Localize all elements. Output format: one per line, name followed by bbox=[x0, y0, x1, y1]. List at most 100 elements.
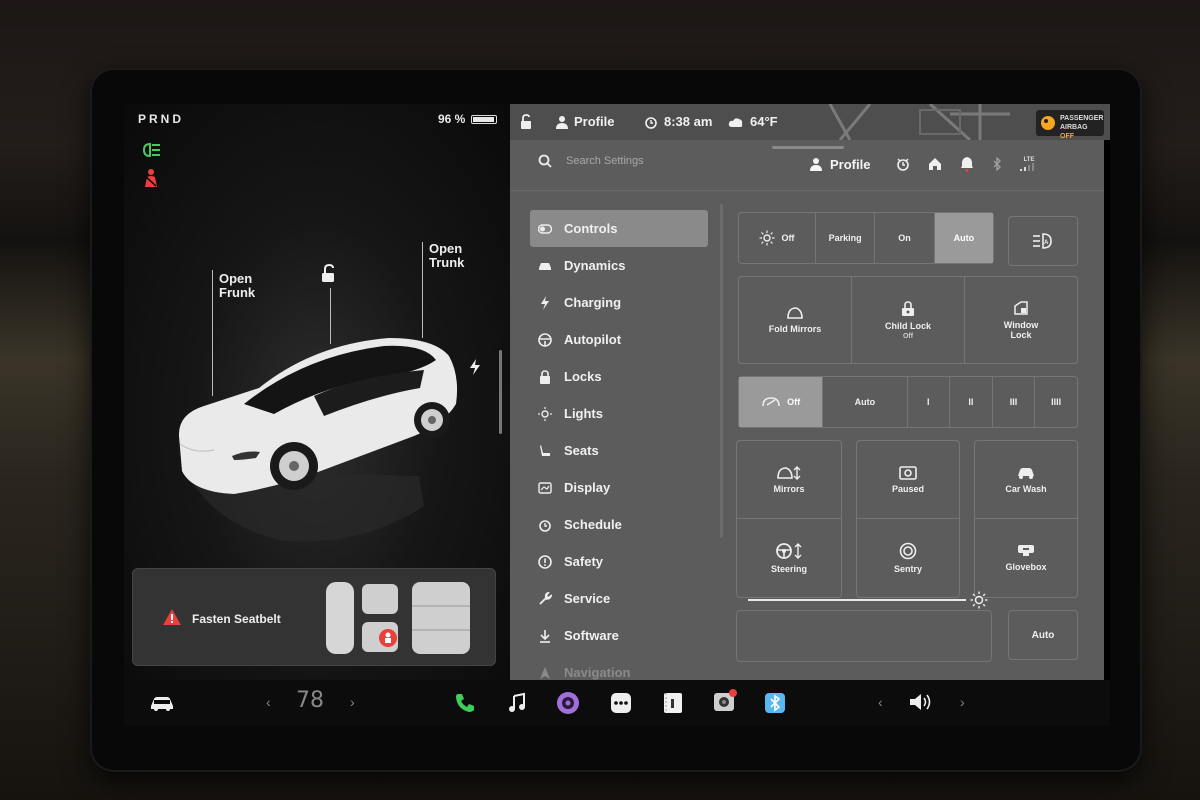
glovebox-icon bbox=[1018, 545, 1034, 556]
brightness-slider-track[interactable] bbox=[748, 599, 966, 601]
airbag-line2: AIRBAG bbox=[1060, 124, 1088, 131]
wipers-option-4[interactable]: II bbox=[950, 377, 993, 427]
fold-mirrors-button[interactable]: Fold Mirrors bbox=[739, 277, 852, 363]
nav-item-label: Service bbox=[564, 591, 611, 606]
car-wash-button[interactable]: Car Wash bbox=[975, 441, 1077, 519]
nav-item-locks[interactable]: Locks bbox=[530, 358, 708, 395]
window-lock-button[interactable]: Window Lock bbox=[965, 277, 1077, 363]
dashcam-sentry-column: Paused Sentry bbox=[856, 440, 960, 598]
volume-down-button[interactable]: ‹ bbox=[878, 694, 883, 710]
nav-item-safety[interactable]: Safety bbox=[530, 543, 708, 580]
outside-temperature: 64°F bbox=[750, 114, 778, 129]
profile-icon bbox=[556, 115, 568, 129]
nav-item-dynamics[interactable]: Dynamics bbox=[530, 247, 708, 284]
nav-item-charging[interactable]: Charging bbox=[530, 284, 708, 321]
bottom-dock: ‹ 78 › ‹ › bbox=[124, 680, 1110, 726]
nav-item-software[interactable]: Software bbox=[530, 617, 708, 654]
child-lock-button[interactable]: Child Lock Off bbox=[852, 277, 965, 363]
bluetooth-app-icon[interactable] bbox=[764, 692, 786, 714]
wipers-option-3[interactable]: I bbox=[908, 377, 951, 427]
nav-scrollbar[interactable] bbox=[720, 204, 723, 538]
calendar-icon[interactable] bbox=[662, 691, 684, 715]
battery-icon bbox=[471, 114, 498, 124]
nav-item-label: Safety bbox=[564, 554, 604, 569]
search-settings[interactable]: Search Settings bbox=[538, 154, 644, 168]
topbar-profile-button[interactable]: Profile bbox=[556, 114, 614, 129]
nav-item-label: Seats bbox=[564, 443, 599, 458]
header-divider bbox=[510, 190, 1104, 191]
airbag-state: OFF bbox=[1060, 133, 1074, 140]
header-profile-button[interactable]: Profile bbox=[810, 157, 870, 172]
nav-item-navigation[interactable]: Navigation bbox=[530, 654, 708, 680]
bluetooth-icon[interactable] bbox=[992, 157, 1002, 171]
nav-item-service[interactable]: Service bbox=[530, 580, 708, 617]
panel-drag-handle[interactable] bbox=[772, 146, 844, 149]
display-icon bbox=[538, 481, 552, 495]
headlights-option-label: On bbox=[898, 233, 911, 243]
search-input[interactable]: Search Settings bbox=[566, 155, 644, 167]
mirrors-adjust-button[interactable]: Mirrors bbox=[737, 441, 841, 519]
trunk-callout-line bbox=[422, 242, 423, 338]
nav-item-label: Dynamics bbox=[564, 258, 626, 273]
steering-adjust-icon bbox=[776, 543, 802, 559]
notification-bell-icon[interactable] bbox=[960, 156, 974, 172]
lock-status-icon[interactable] bbox=[520, 114, 534, 130]
wipers-option-1[interactable]: Off bbox=[739, 377, 824, 427]
cabin-temperature[interactable]: 78 bbox=[296, 688, 324, 713]
steering-adjust-button[interactable]: Steering bbox=[737, 519, 841, 597]
headlight-sun-icon bbox=[759, 230, 775, 246]
nav-item-label: Controls bbox=[564, 221, 618, 236]
window-lock-label: Window Lock bbox=[1003, 320, 1039, 340]
brightness-sun-icon bbox=[970, 591, 988, 609]
sentry-button[interactable]: Sentry bbox=[857, 519, 959, 597]
nav-item-label: Schedule bbox=[564, 517, 622, 532]
nav-item-display[interactable]: Display bbox=[530, 469, 708, 506]
seatbelt-alert-card[interactable]: Fasten Seatbelt bbox=[132, 568, 496, 666]
more-apps-icon[interactable] bbox=[610, 692, 632, 714]
temp-down-button[interactable]: ‹ bbox=[266, 694, 271, 710]
nav-item-lights[interactable]: Lights bbox=[530, 395, 708, 432]
brightness-slider[interactable] bbox=[736, 610, 992, 662]
camera-lens-icon[interactable] bbox=[556, 691, 580, 715]
glovebox-button[interactable]: Glovebox bbox=[975, 519, 1077, 597]
seatbelt-alert-text: Fasten Seatbelt bbox=[192, 612, 281, 626]
alarm-clock-icon[interactable] bbox=[896, 157, 910, 171]
car-controls-icon[interactable] bbox=[148, 694, 176, 712]
high-beam-icon: A bbox=[1033, 233, 1052, 249]
open-frunk-button[interactable]: Open Frunk bbox=[219, 272, 255, 300]
volume-icon[interactable] bbox=[908, 692, 934, 712]
wipers-option-2[interactable]: Auto bbox=[823, 377, 908, 427]
settings-panel: Search Settings Profile LTE Controls Dyna… bbox=[510, 140, 1104, 680]
signal-bars-icon bbox=[1020, 163, 1035, 171]
headlights-option-auto[interactable]: Auto bbox=[934, 213, 994, 263]
open-trunk-button[interactable]: Open Trunk bbox=[429, 242, 464, 270]
sun-icon bbox=[538, 406, 552, 421]
warning-triangle-icon bbox=[163, 609, 181, 625]
home-icon[interactable] bbox=[928, 157, 942, 171]
seat-icon bbox=[538, 444, 552, 458]
temp-up-button[interactable]: › bbox=[350, 694, 355, 710]
dashcam-viewer-icon[interactable] bbox=[712, 688, 738, 714]
headlights-option-label: Auto bbox=[953, 233, 975, 243]
charge-port-icon[interactable] bbox=[468, 358, 482, 376]
vehicle-3d-model[interactable] bbox=[174, 326, 464, 556]
panel-resize-handle[interactable] bbox=[499, 350, 502, 434]
unlocked-icon[interactable] bbox=[320, 264, 338, 284]
wipers-option-6[interactable]: IIII bbox=[1035, 377, 1077, 427]
headlights-option-on[interactable]: On bbox=[875, 213, 935, 263]
auto-high-beam-button[interactable]: A bbox=[1008, 216, 1078, 266]
music-icon[interactable] bbox=[506, 692, 528, 714]
download-icon bbox=[538, 629, 552, 643]
headlights-option-parking[interactable]: Parking bbox=[816, 213, 876, 263]
phone-icon[interactable] bbox=[454, 692, 476, 714]
nav-item-autopilot[interactable]: Autopilot bbox=[530, 321, 708, 358]
headlights-option-off[interactable]: Off bbox=[739, 213, 816, 263]
wipers-option-5[interactable]: III bbox=[993, 377, 1036, 427]
airbag-line1: PASSENGER bbox=[1060, 115, 1104, 122]
nav-item-seats[interactable]: Seats bbox=[530, 432, 708, 469]
nav-item-schedule[interactable]: Schedule bbox=[530, 506, 708, 543]
dashcam-button[interactable]: Paused bbox=[857, 441, 959, 519]
nav-item-controls[interactable]: Controls bbox=[530, 210, 708, 247]
volume-up-button[interactable]: › bbox=[960, 694, 965, 710]
brightness-auto-button[interactable]: Auto bbox=[1008, 610, 1078, 660]
